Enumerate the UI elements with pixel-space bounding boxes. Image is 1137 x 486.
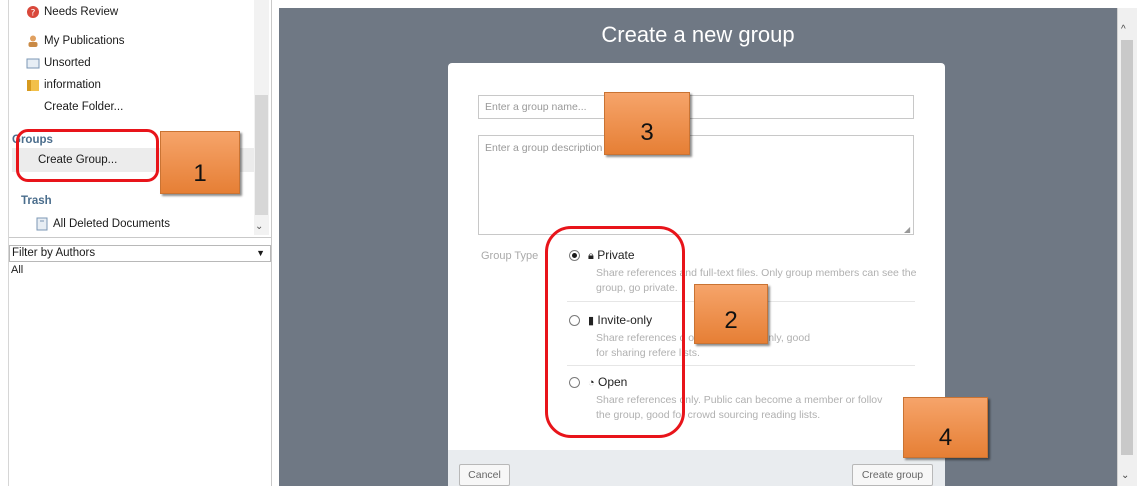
callout-2: 2 xyxy=(694,284,768,344)
scroll-down-icon[interactable]: ⌄ xyxy=(1121,470,1129,481)
filter-by-authors-select[interactable]: Filter by Authors ▼ xyxy=(9,245,271,262)
sidebar-item-label: My Publications xyxy=(44,35,125,47)
create-folder-button[interactable]: Create Folder... xyxy=(44,98,123,116)
group-name-input[interactable]: Enter a group name... xyxy=(478,95,914,119)
sidebar-item-label: All Deleted Documents xyxy=(53,218,170,230)
user-icon xyxy=(26,34,40,48)
main-scrollbar-thumb[interactable] xyxy=(1121,40,1133,455)
callout-1: 1 xyxy=(160,131,240,194)
sidebar-scroll-down-icon[interactable]: ⌄ xyxy=(255,221,263,232)
svg-text:?: ? xyxy=(31,9,36,19)
sidebar-item-information[interactable]: information xyxy=(26,76,101,94)
callout-3: 3 xyxy=(604,92,690,155)
sidebar xyxy=(9,0,272,486)
sidebar-item-label: Needs Review xyxy=(44,6,119,18)
trash-heading: Trash xyxy=(21,195,52,207)
resize-handle-icon[interactable]: ◢ xyxy=(904,225,910,234)
sidebar-scrollbar-thumb[interactable] xyxy=(255,95,268,215)
sidebar-item-unsorted[interactable]: Unsorted xyxy=(26,54,91,72)
sidebar-item-deleted-documents[interactable]: All Deleted Documents xyxy=(35,215,170,233)
scroll-up-icon[interactable]: ^ xyxy=(1121,24,1126,35)
trash-icon xyxy=(35,217,49,231)
sidebar-item-my-publications[interactable]: My Publications xyxy=(26,32,125,50)
filter-value: All xyxy=(11,264,24,276)
filter-label: Filter by Authors xyxy=(12,247,96,259)
dialog-title: Create a new group xyxy=(601,22,795,47)
option-desc-line: only. Public can become a member or foll… xyxy=(679,394,883,406)
create-group-submit-button[interactable]: Create group xyxy=(852,464,933,486)
option-desc-line: or crowd sourcing reading lists. xyxy=(675,409,821,421)
callout-number: 4 xyxy=(938,424,953,451)
document-icon xyxy=(26,56,40,70)
dropdown-arrow-icon: ▼ xyxy=(256,248,265,258)
callout-4: 4 xyxy=(903,397,988,458)
callout-number: 3 xyxy=(640,119,654,146)
folder-icon xyxy=(26,78,40,92)
window-left-edge xyxy=(0,0,9,486)
sidebar-item-needs-review[interactable]: ? Needs Review xyxy=(26,3,118,21)
group-type-label: Group Type xyxy=(481,250,539,262)
callout-number: 2 xyxy=(724,307,738,334)
group-description-input[interactable]: Enter a group description xyxy=(478,135,914,235)
create-folder-label: Create Folder... xyxy=(44,101,124,113)
sidebar-item-label: Unsorted xyxy=(44,57,91,69)
sidebar-item-label: information xyxy=(44,79,101,91)
warning-icon: ? xyxy=(26,5,40,19)
cancel-button[interactable]: Cancel xyxy=(459,464,510,486)
highlight-create-group xyxy=(16,129,159,182)
callout-number: 1 xyxy=(193,160,207,187)
divider xyxy=(9,237,271,238)
highlight-group-type xyxy=(545,226,685,438)
